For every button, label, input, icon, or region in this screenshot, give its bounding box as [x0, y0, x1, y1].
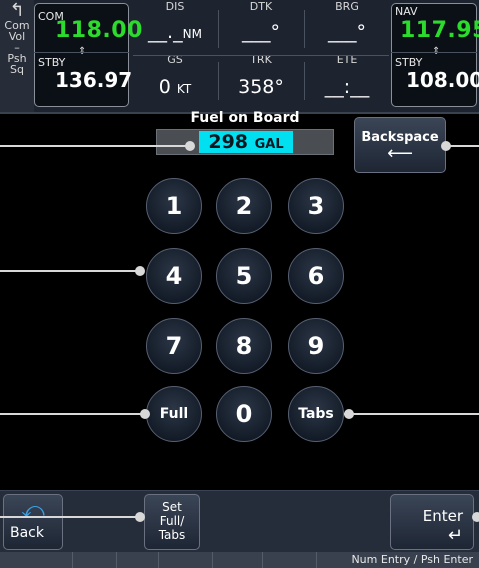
gs-unit: KT: [176, 82, 192, 96]
com-radio[interactable]: COM 118.00 ⇕ STBY 136.97: [34, 3, 142, 107]
nav-divider: [391, 52, 477, 53]
com-standby-frequency[interactable]: 136.97: [55, 68, 132, 92]
callout-dot: [185, 141, 195, 151]
dis-value: __._: [148, 21, 183, 43]
com-divider: [34, 52, 129, 53]
key-1[interactable]: 1: [146, 178, 202, 234]
callout-dot: [135, 266, 145, 276]
key-9[interactable]: 9: [288, 318, 344, 374]
ete-value: __:__: [324, 76, 370, 98]
dtk-field[interactable]: DTK ___°: [219, 0, 303, 43]
status-separator: [158, 552, 159, 568]
nav-label: NAV: [395, 5, 418, 18]
callout-dot: [140, 409, 150, 419]
callout-line: [0, 413, 148, 415]
nav-radio[interactable]: NAV 117.95 ⇕ STBY 108.00: [391, 3, 479, 107]
key-4[interactable]: 4: [146, 248, 202, 304]
gs-field[interactable]: GS 0 KT: [133, 53, 217, 98]
com-active-frequency[interactable]: 118.00: [55, 18, 143, 43]
set-label-1: Set: [162, 500, 182, 514]
callout-dot: [441, 141, 451, 151]
page-title: Fuel on Board: [190, 110, 300, 126]
field-separator: [218, 10, 219, 48]
field-separator: [304, 10, 305, 48]
key-5[interactable]: 5: [216, 248, 272, 304]
callout-line: [0, 270, 140, 272]
callout-line: [344, 413, 479, 415]
field-separator: [304, 62, 305, 100]
ete-field[interactable]: ETE __:__: [305, 53, 389, 98]
status-separator: [262, 552, 263, 568]
com-volume-panel[interactable]: ↰ Com Vol – Psh Sq: [0, 0, 34, 112]
set-label-3: Tabs: [158, 528, 186, 542]
status-separator: [316, 552, 317, 568]
callout-line: [0, 145, 190, 147]
key-3[interactable]: 3: [288, 178, 344, 234]
status-separator: [116, 552, 117, 568]
brg-label: BRG: [335, 0, 359, 13]
back-arrow-icon: ↰: [9, 0, 25, 21]
dis-field[interactable]: DIS __._NM: [133, 0, 217, 43]
key-6[interactable]: 6: [288, 248, 344, 304]
brg-field[interactable]: BRG ___°: [305, 0, 389, 43]
fuel-value: 298: [208, 131, 249, 153]
enter-label: Enter: [422, 507, 463, 525]
backspace-button[interactable]: Backspace ⟵: [354, 117, 446, 173]
fuel-entry-value[interactable]: 298 GAL: [199, 131, 293, 153]
status-separator: [72, 552, 73, 568]
key-7[interactable]: 7: [146, 318, 202, 374]
enter-button[interactable]: Enter ↵: [390, 494, 474, 550]
set-full-tabs-button[interactable]: Set Full/ Tabs: [144, 494, 200, 550]
back-arrow-icon: ⤺: [21, 498, 45, 523]
callout-dot: [135, 512, 145, 522]
key-0[interactable]: 0: [216, 386, 272, 442]
tabs-key[interactable]: Tabs: [288, 386, 344, 442]
key-2[interactable]: 2: [216, 178, 272, 234]
backspace-arrow-icon: ⟵: [387, 143, 413, 164]
full-key[interactable]: Full: [146, 386, 202, 442]
fields-divider: [133, 55, 389, 56]
field-separator: [218, 62, 219, 100]
enter-arrow-icon: ↵: [447, 525, 463, 546]
trk-value: 358°: [238, 76, 284, 98]
set-label-2: Full/: [159, 514, 185, 528]
dtk-label: DTK: [249, 0, 273, 13]
dis-unit: NM: [182, 27, 202, 41]
status-hint: Num Entry / Psh Enter: [351, 553, 473, 566]
fuel-unit: GAL: [254, 137, 284, 152]
back-label: Back: [10, 525, 44, 541]
callout-line: [0, 516, 140, 518]
callout-dot: [472, 512, 479, 522]
brg-value: ___°: [328, 21, 366, 43]
trk-field[interactable]: TRK 358°: [219, 53, 303, 98]
back-button[interactable]: ⤺ Back: [3, 494, 63, 550]
gs-value: 0: [158, 76, 171, 98]
dis-label: DIS: [165, 0, 185, 13]
key-8[interactable]: 8: [216, 318, 272, 374]
status-separator: [212, 552, 213, 568]
nav-standby-frequency[interactable]: 108.00: [406, 68, 479, 92]
dtk-value: ___°: [242, 21, 280, 43]
callout-dot: [344, 409, 354, 419]
nav-active-frequency[interactable]: 117.95: [400, 18, 479, 43]
